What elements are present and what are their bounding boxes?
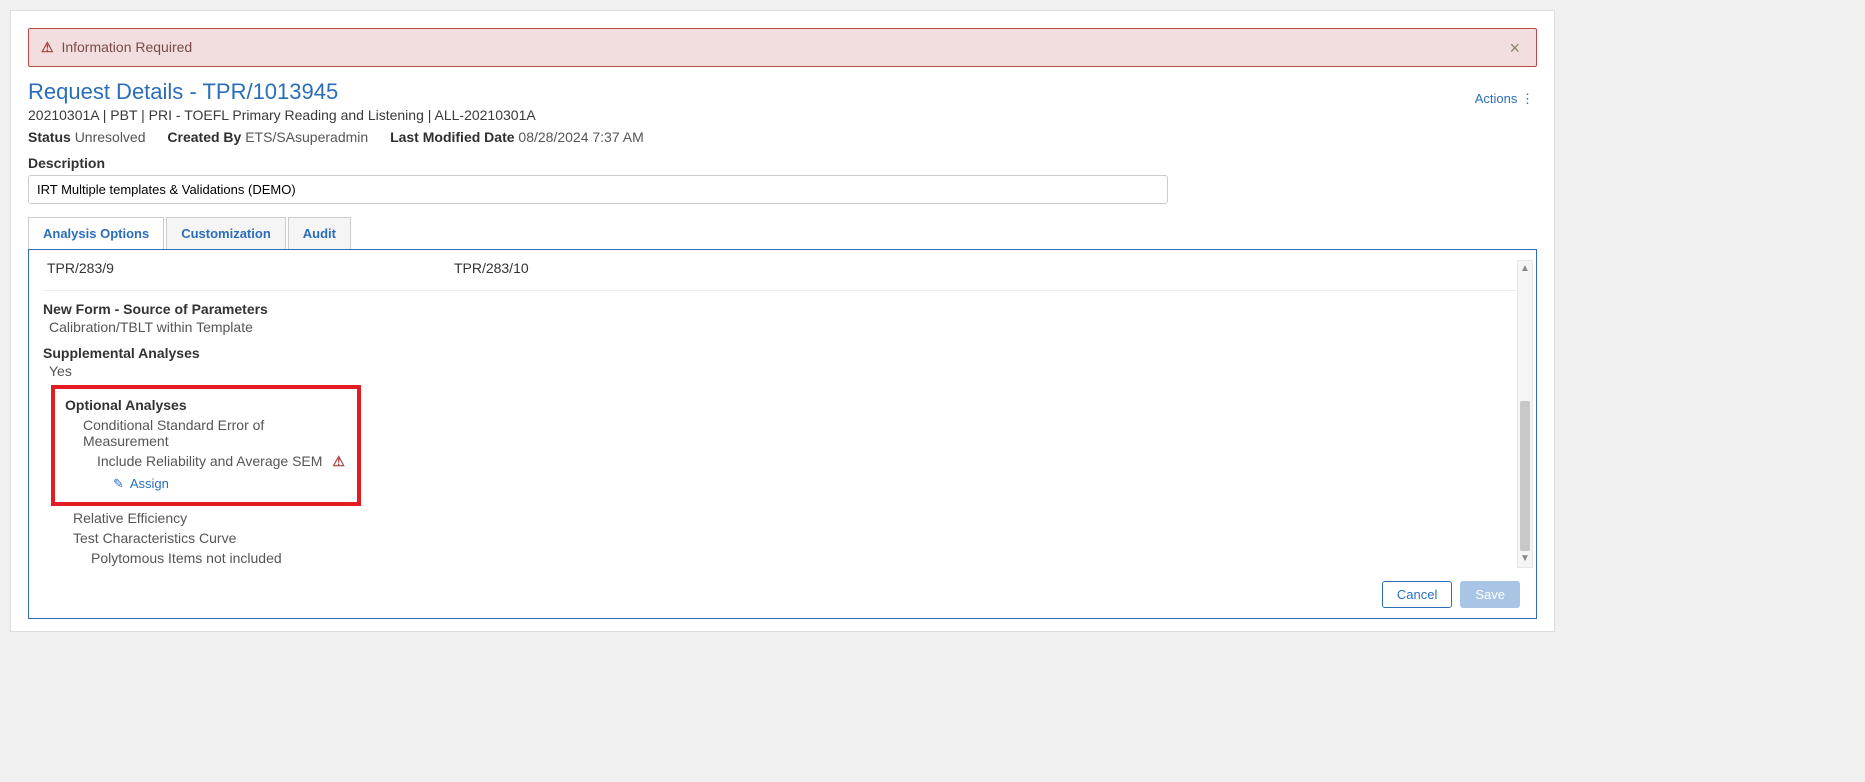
analysis-panel: TPR/283/9 TPR/283/10 New Form - Source o… — [28, 249, 1537, 619]
supplemental-title: Supplemental Analyses — [43, 345, 1522, 361]
tab-customization[interactable]: Customization — [166, 217, 286, 250]
created-by-label: Created By — [167, 129, 241, 145]
warning-icon: ⚠ — [41, 39, 54, 55]
optional-item-reliability-text: Include Reliability and Average SEM — [97, 453, 322, 469]
panel-col2: TPR/283/10 — [454, 260, 529, 276]
edit-icon: ✎ — [113, 476, 124, 491]
relative-efficiency: Relative Efficiency — [73, 510, 1522, 526]
description-label: Description — [28, 155, 1537, 171]
scroll-thumb[interactable] — [1520, 401, 1530, 551]
panel-col1: TPR/283/9 — [47, 260, 114, 276]
optional-item-csem: Conditional Standard Error of Measuremen… — [83, 417, 347, 449]
description-input[interactable] — [28, 175, 1168, 204]
alert-info-required: ⚠ Information Required × — [28, 28, 1537, 67]
actions-menu[interactable]: Actions ⋮ — [1475, 91, 1534, 107]
supplemental-value: Yes — [43, 363, 1522, 379]
new-form-title: New Form - Source of Parameters — [43, 301, 1522, 317]
meta-row: Status Unresolved Created By ETS/SAsuper… — [28, 129, 1537, 145]
modified-value: 08/28/2024 7:37 AM — [518, 129, 643, 145]
assign-label: Assign — [130, 476, 169, 491]
page-title: Request Details - TPR/1013945 — [28, 79, 1537, 105]
cancel-button[interactable]: Cancel — [1382, 581, 1452, 608]
modified-label: Last Modified Date — [390, 129, 514, 145]
created-by-value: ETS/SAsuperadmin — [245, 129, 368, 145]
status-label: Status — [28, 129, 71, 145]
scroll-up-arrow[interactable]: ▲ — [1518, 261, 1532, 277]
optional-item-reliability: Include Reliability and Average SEM ⚠ — [97, 453, 347, 470]
test-characteristics-curve: Test Characteristics Curve — [73, 530, 1522, 546]
panel-scrollbar[interactable]: ▲ ▼ — [1517, 260, 1533, 568]
tab-analysis-options[interactable]: Analysis Options — [28, 217, 164, 250]
optional-title: Optional Analyses — [65, 397, 347, 413]
new-form-value: Calibration/TBLT within Template — [43, 319, 1522, 335]
kebab-icon: ⋮ — [1521, 91, 1534, 106]
polytomous-note: Polytomous Items not included — [91, 550, 1522, 566]
status-value: Unresolved — [75, 129, 146, 145]
scroll-down-arrow[interactable]: ▼ — [1518, 551, 1532, 567]
optional-analyses-box: Optional Analyses Conditional Standard E… — [51, 385, 361, 506]
save-button[interactable]: Save — [1460, 581, 1520, 608]
alert-text: Information Required — [61, 39, 192, 55]
warning-icon: ⚠ — [332, 453, 345, 469]
breadcrumb: 20210301A | PBT | PRI - TOEFL Primary Re… — [28, 107, 1537, 123]
tab-audit[interactable]: Audit — [288, 217, 351, 250]
assign-link[interactable]: ✎ Assign — [113, 476, 347, 492]
actions-label: Actions — [1475, 91, 1518, 106]
alert-close-button[interactable]: × — [1503, 38, 1526, 58]
